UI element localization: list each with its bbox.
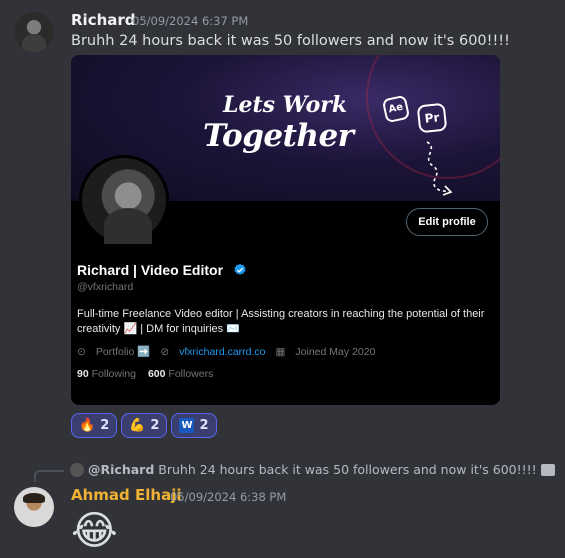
edit-profile-button: Edit profile	[406, 208, 488, 236]
reply-mention[interactable]: @Richard	[88, 462, 154, 477]
reply-text: Bruhh 24 hours back it was 50 followers …	[158, 462, 537, 477]
embedded-image[interactable]: Lets Work Together Ae Pr Edit profile Ri…	[71, 55, 500, 405]
following-count: 90	[77, 368, 89, 380]
reply-connector	[34, 470, 64, 482]
image-icon	[540, 463, 555, 476]
reaction-fire[interactable]: 🔥 2	[71, 413, 118, 438]
followers-label: Followers	[168, 368, 214, 380]
profile-bio: Full-time Freelance Video editor | Assis…	[77, 308, 485, 335]
reply-avatar	[70, 462, 84, 477]
joined-date: Joined May 2020	[295, 345, 376, 358]
message-text: Bruhh 24 hours back it was 50 followers …	[71, 33, 510, 49]
username-richard[interactable]: Richard	[71, 11, 136, 29]
profile-handle: @vfxrichard	[77, 281, 134, 293]
link-icon: ⊘	[160, 345, 170, 358]
squiggle-arrow-icon	[426, 141, 453, 196]
calendar-icon: ▦	[275, 345, 286, 358]
profile-stats: 90 Following 600 Followers	[77, 368, 213, 380]
reaction-count: 2	[100, 418, 110, 433]
followers-count: 600	[147, 368, 166, 380]
portfolio-label: Portfolio ➡️	[95, 346, 151, 358]
banner-text-line1: Lets Work	[223, 92, 348, 118]
reaction-w[interactable]: W 2	[171, 413, 217, 438]
w-emoji-icon: W	[179, 418, 195, 433]
profile-meta: ⊙ Portfolio ➡️ ⊘ vfxrichard.carrd.co ▦ J…	[77, 345, 376, 359]
tears-of-joy-emoji-icon: 😂	[71, 508, 118, 554]
profile-picture	[79, 155, 169, 245]
profile-display-name: Richard | Video Editor	[77, 262, 224, 278]
premiere-pro-icon: Pr	[416, 102, 448, 134]
reactions-bar: 🔥 2 💪 2 W 2	[71, 413, 217, 438]
timestamp: 05/09/2024 6:37 PM	[132, 14, 249, 28]
avatar-richard[interactable]	[14, 12, 54, 52]
fire-emoji-icon: 🔥	[79, 418, 96, 433]
reaction-flexed-biceps[interactable]: 💪 2	[121, 413, 168, 438]
profile-link: vfxrichard.carrd.co	[179, 345, 266, 358]
verified-badge-icon	[234, 263, 246, 275]
flexed-biceps-emoji-icon: 💪	[129, 418, 146, 433]
reaction-count: 2	[150, 418, 160, 433]
reaction-count: 2	[199, 418, 209, 433]
timestamp: 05/09/2024 6:38 PM	[170, 490, 287, 504]
username-ahmad[interactable]: Ahmad Elhaji	[71, 486, 181, 504]
location-icon: ⊙	[77, 345, 86, 358]
avatar-ahmad[interactable]	[14, 487, 54, 527]
banner-text-line2: Together	[203, 118, 354, 154]
following-label: Following	[91, 368, 136, 380]
after-effects-icon: Ae	[381, 94, 411, 124]
reply-preview[interactable]: @Richard Bruhh 24 hours back it was 50 f…	[70, 462, 555, 477]
